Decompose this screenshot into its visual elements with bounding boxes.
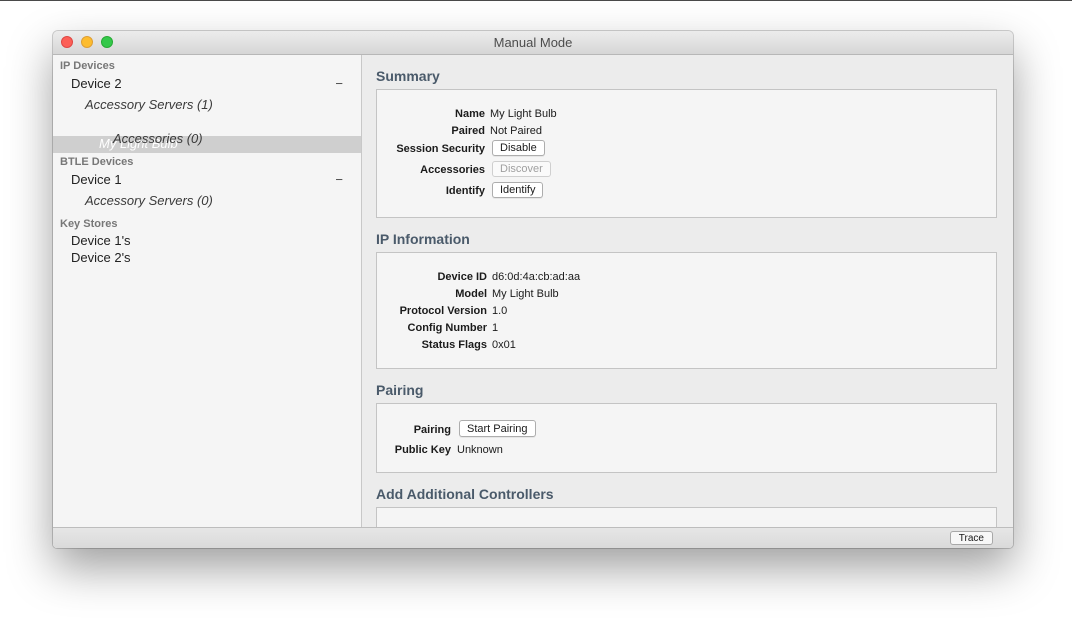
summary-box: Name My Light Bulb Paired Not Paired Ses… xyxy=(376,89,997,218)
accessories-label: Accessories xyxy=(420,164,485,176)
device-id-value: d6:0d:4a:cb:ad:aa xyxy=(492,271,581,283)
status-flags-label: Status Flags xyxy=(421,339,487,351)
collapse-device-1-button[interactable]: − xyxy=(335,172,343,187)
ip-information-heading: IP Information xyxy=(376,231,470,247)
public-key-value: Unknown xyxy=(457,444,503,456)
config-number-value: 1 xyxy=(492,322,499,334)
model-value: My Light Bulb xyxy=(492,288,559,300)
protocol-version-value: 1.0 xyxy=(492,305,508,317)
screen-edge xyxy=(0,0,1072,1)
name-value: My Light Bulb xyxy=(490,108,557,120)
model-label: Model xyxy=(455,288,487,300)
paired-label: Paired xyxy=(451,125,485,137)
sidebar-item-key-store[interactable]: Device 2's xyxy=(71,250,131,265)
summary-heading: Summary xyxy=(376,68,440,84)
pairing-label: Pairing xyxy=(413,424,451,436)
sidebar-group-btle-devices: BTLE Devices xyxy=(60,156,134,168)
start-pairing-button[interactable]: Start Pairing xyxy=(459,420,536,437)
sidebar-group-key-stores: Key Stores xyxy=(60,218,118,230)
collapse-device-2-button[interactable]: − xyxy=(335,76,343,91)
config-number-label: Config Number xyxy=(407,322,487,334)
pairing-heading: Pairing xyxy=(376,382,424,398)
device-id-label: Device ID xyxy=(437,271,487,283)
bottom-bar: Trace xyxy=(53,527,1013,548)
detail-pane: Summary Name My Light Bulb Paired Not Pa… xyxy=(362,55,1013,527)
protocol-version-label: Protocol Version xyxy=(399,305,487,317)
add-controllers-heading: Add Additional Controllers xyxy=(376,486,554,502)
sidebar-item-device-2[interactable]: Device 2 xyxy=(71,76,122,91)
ip-information-box: Device ID d6:0d:4a:cb:ad:aa Model My Lig… xyxy=(376,252,997,369)
sidebar-item-accessories[interactable]: Accessories (0) xyxy=(113,131,203,146)
identify-label: Identify xyxy=(445,185,485,197)
pairing-box: Pairing Start Pairing Public Key Unknown xyxy=(376,403,997,473)
sidebar-item-key-store[interactable]: Device 1's xyxy=(71,233,131,248)
sidebar-item-my-light-bulb[interactable]: My Light Bulb xyxy=(53,136,361,153)
sidebar: IP Devices Device 2 − Accessory Servers … xyxy=(53,55,362,548)
trace-button[interactable]: Trace xyxy=(949,531,993,545)
discover-button[interactable]: Discover xyxy=(492,161,551,177)
window-title: Manual Mode xyxy=(493,35,573,50)
name-label: Name xyxy=(455,108,485,120)
identify-button[interactable]: Identify xyxy=(492,182,544,198)
sidebar-item-btle-accessory-servers[interactable]: Accessory Servers (0) xyxy=(85,193,213,208)
add-controllers-box xyxy=(376,507,997,527)
sidebar-item-device-1[interactable]: Device 1 xyxy=(71,172,122,187)
manual-mode-window: Manual Mode IP Devices Device 2 − Access… xyxy=(53,31,1013,548)
paired-value: Not Paired xyxy=(490,125,542,137)
disable-button[interactable]: Disable xyxy=(492,140,545,156)
sidebar-item-accessory-servers[interactable]: Accessory Servers (1) xyxy=(85,97,213,112)
sidebar-group-ip-devices: IP Devices xyxy=(60,60,115,72)
title-bar[interactable]: Manual Mode xyxy=(53,31,1013,55)
public-key-label: Public Key xyxy=(394,444,451,456)
status-flags-value: 0x01 xyxy=(492,339,516,351)
session-security-label: Session Security xyxy=(396,143,485,155)
